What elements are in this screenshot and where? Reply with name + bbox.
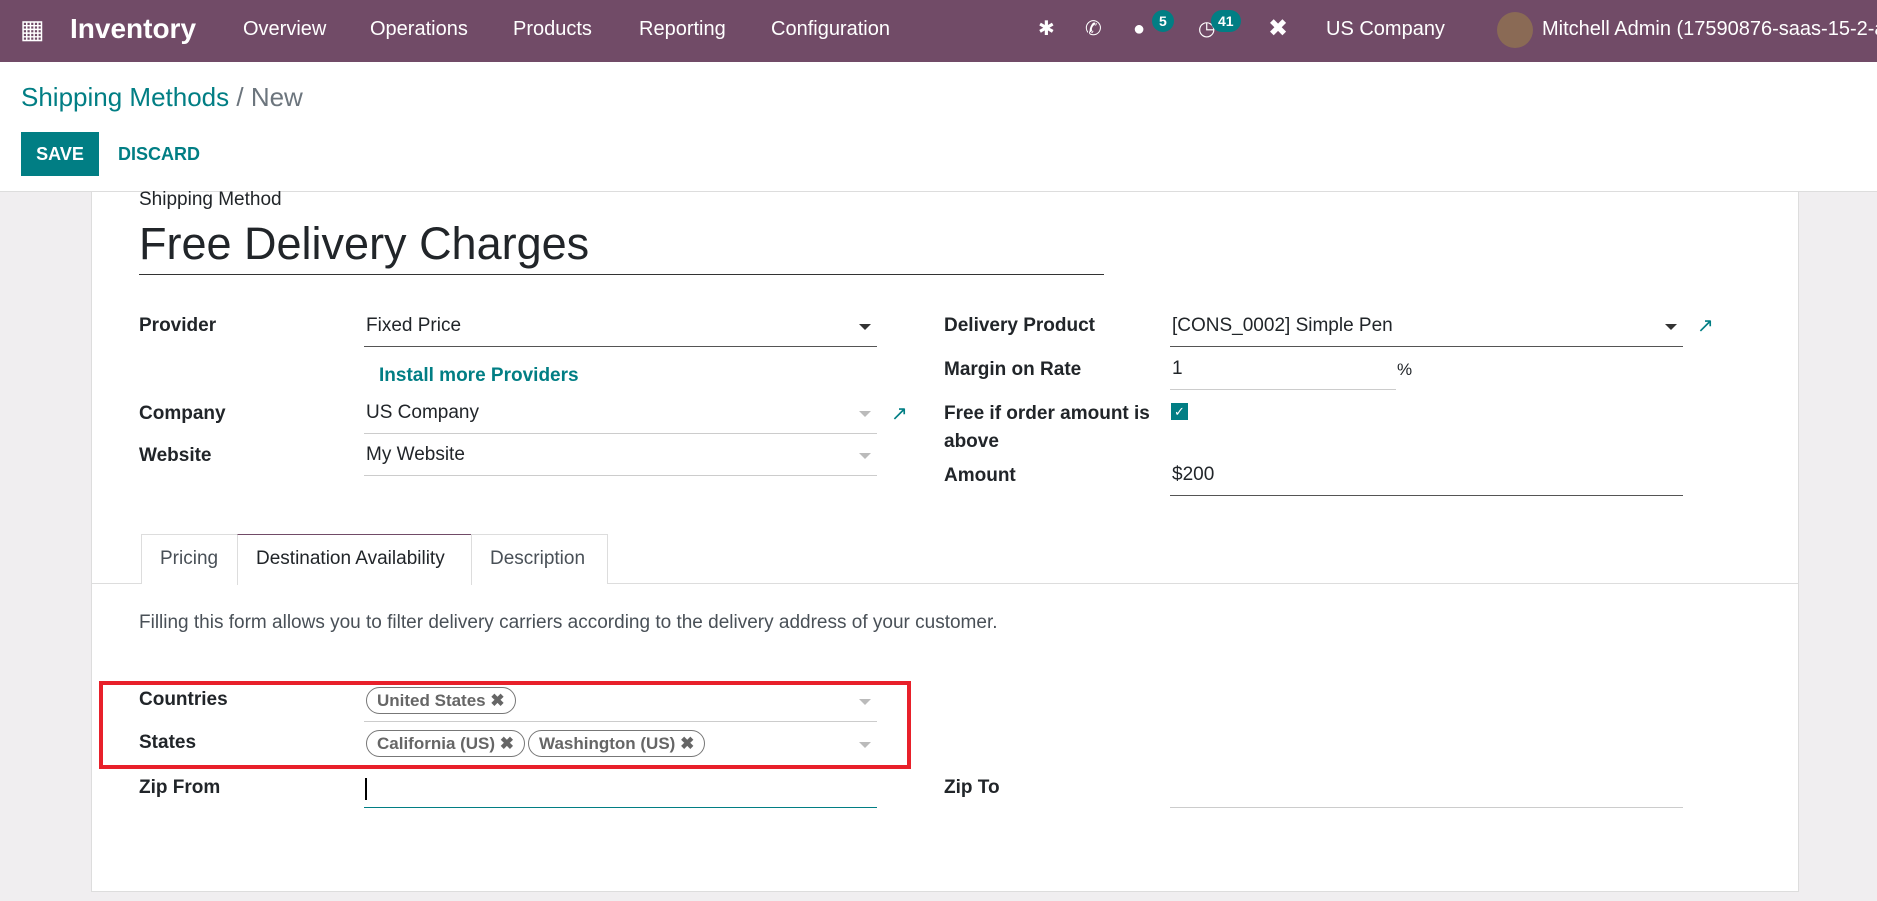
free-label: Free if order amount is above [944, 400, 1150, 456]
avatar[interactable] [1497, 12, 1533, 48]
states-label: States [139, 732, 197, 753]
title-input[interactable]: Free Delivery Charges [139, 218, 1104, 275]
title-label: Shipping Method [139, 189, 282, 210]
tag-label: Washington (US) [539, 734, 676, 753]
external-link-icon[interactable]: ↗ [891, 401, 908, 426]
company-select[interactable]: US Company [364, 398, 877, 434]
activity-icon[interactable]: ◷ [1198, 0, 1215, 58]
chevron-down-icon [859, 411, 871, 417]
chevron-down-icon [1665, 324, 1677, 330]
breadcrumb-current: New [250, 82, 303, 112]
top-navbar: ▦ Inventory Overview Operations Products… [0, 0, 1877, 62]
company-switcher[interactable]: US Company [1326, 0, 1445, 58]
save-button[interactable]: SAVE [21, 132, 99, 176]
app-name[interactable]: Inventory [70, 0, 196, 58]
website-label: Website [139, 445, 212, 466]
free-label-line1: Free if order amount is [944, 403, 1150, 424]
chevron-down-icon [859, 324, 871, 330]
tab-description[interactable]: Description [471, 534, 608, 584]
tools-icon[interactable]: ✖ [1268, 0, 1288, 58]
menu-configuration[interactable]: Configuration [771, 0, 890, 58]
tab-pricing[interactable]: Pricing [141, 534, 238, 584]
menu-overview[interactable]: Overview [243, 0, 326, 58]
external-link-icon[interactable]: ↗ [1697, 313, 1714, 338]
remove-tag-icon[interactable]: ✖ [500, 734, 514, 753]
text-cursor [365, 778, 367, 800]
activities-badge: 41 [1211, 10, 1241, 32]
user-menu[interactable]: Mitchell Admin (17590876-saas-15-2-a [1542, 0, 1877, 58]
chevron-down-icon [859, 453, 871, 459]
control-panel: Shipping Methods / New SAVE DISCARD [0, 62, 1877, 192]
zip-from-input[interactable] [364, 772, 877, 808]
remove-tag-icon[interactable]: ✖ [680, 734, 694, 753]
margin-input[interactable]: 1 [1170, 354, 1396, 390]
website-select[interactable]: My Website [364, 440, 877, 476]
states-field[interactable]: California (US) ✖ Washington (US) ✖ [364, 729, 877, 765]
chat-icon[interactable]: ● [1133, 0, 1145, 58]
website-value: My Website [366, 444, 465, 465]
countries-label: Countries [139, 689, 228, 710]
discard-button[interactable]: DISCARD [118, 132, 200, 176]
phone-icon[interactable]: ✆ [1085, 0, 1102, 58]
zip-to-label: Zip To [944, 777, 1000, 798]
breadcrumb: Shipping Methods / New [21, 82, 303, 113]
delivery-product-label: Delivery Product [944, 315, 1095, 336]
company-value: US Company [366, 402, 479, 423]
help-text: Filling this form allows you to filter d… [139, 612, 998, 633]
zip-to-input[interactable] [1170, 772, 1683, 808]
remove-tag-icon[interactable]: ✖ [490, 691, 504, 710]
menu-operations[interactable]: Operations [370, 0, 468, 58]
chevron-down-icon [859, 699, 871, 705]
state-tag: Washington (US) ✖ [528, 730, 706, 757]
tag-label: United States [377, 691, 486, 710]
provider-select[interactable]: Fixed Price [364, 311, 877, 347]
free-checkbox[interactable]: ✓ [1171, 403, 1188, 420]
margin-label: Margin on Rate [944, 359, 1082, 380]
provider-value: Fixed Price [366, 315, 462, 336]
tab-destination-availability[interactable]: Destination Availability [237, 534, 472, 585]
margin-unit: % [1397, 360, 1413, 379]
country-tag: United States ✖ [366, 687, 516, 714]
amount-input[interactable]: $200 [1170, 460, 1683, 496]
provider-label: Provider [139, 315, 217, 336]
messages-badge: 5 [1152, 10, 1174, 32]
bug-icon[interactable]: ✱ [1038, 0, 1055, 58]
free-label-line2: above [944, 431, 999, 452]
tag-label: California (US) [377, 734, 496, 753]
breadcrumb-parent[interactable]: Shipping Methods [21, 82, 229, 112]
state-tag: California (US) ✖ [366, 730, 526, 757]
menu-products[interactable]: Products [513, 0, 592, 58]
menu-reporting[interactable]: Reporting [639, 0, 726, 58]
delivery-product-value: [CONS_0002] Simple Pen [1172, 315, 1393, 336]
install-providers-link[interactable]: Install more Providers [379, 365, 579, 387]
apps-menu-icon[interactable]: ▦ [20, 0, 45, 58]
breadcrumb-separator: / [229, 82, 251, 112]
chevron-down-icon [859, 742, 871, 748]
countries-field[interactable]: United States ✖ [364, 686, 877, 722]
company-label: Company [139, 403, 226, 424]
zip-from-label: Zip From [139, 777, 221, 798]
delivery-product-select[interactable]: [CONS_0002] Simple Pen [1170, 311, 1683, 347]
amount-label: Amount [944, 465, 1016, 486]
